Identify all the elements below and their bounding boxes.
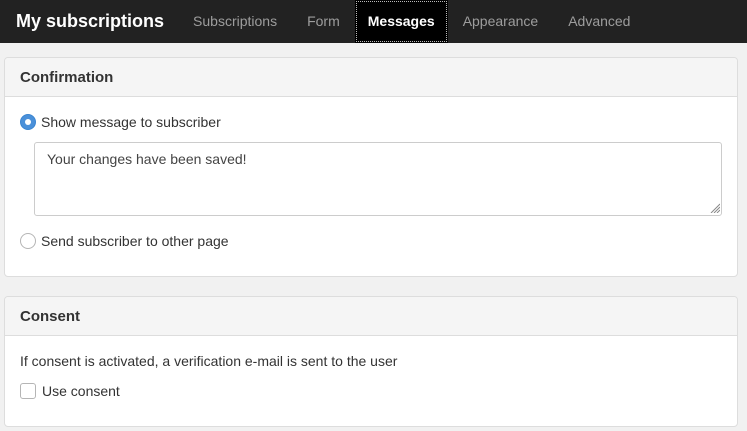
confirmation-panel: Confirmation Show message to subscriber …: [4, 57, 738, 277]
radio-show-message-label: Show message to subscriber: [41, 114, 221, 130]
confirmation-message-input[interactable]: Your changes have been saved!: [34, 142, 722, 216]
radio-show-message[interactable]: Show message to subscriber: [20, 114, 221, 130]
confirmation-heading: Confirmation: [5, 58, 737, 97]
tab-subscriptions[interactable]: Subscriptions: [178, 0, 292, 43]
radio-checked-icon[interactable]: [20, 114, 36, 130]
tab-form[interactable]: Form: [292, 0, 355, 43]
top-navbar: My subscriptions Subscriptions Form Mess…: [0, 0, 747, 43]
consent-heading: Consent: [5, 297, 737, 336]
use-consent-label: Use consent: [42, 383, 120, 399]
radio-unchecked-icon[interactable]: [20, 233, 36, 249]
radio-send-page[interactable]: Send subscriber to other page: [20, 233, 229, 249]
consent-panel: Consent If consent is activated, a verif…: [4, 296, 738, 427]
brand-title[interactable]: My subscriptions: [0, 0, 178, 43]
tab-messages[interactable]: Messages: [354, 0, 448, 43]
checkbox-icon[interactable]: [20, 383, 36, 399]
use-consent-checkbox-row[interactable]: Use consent: [20, 383, 120, 399]
tab-advanced[interactable]: Advanced: [553, 0, 645, 43]
consent-description: If consent is activated, a verification …: [20, 353, 398, 369]
tab-appearance[interactable]: Appearance: [448, 0, 554, 43]
radio-send-page-label: Send subscriber to other page: [41, 233, 229, 249]
resize-grip-icon[interactable]: [710, 203, 720, 213]
